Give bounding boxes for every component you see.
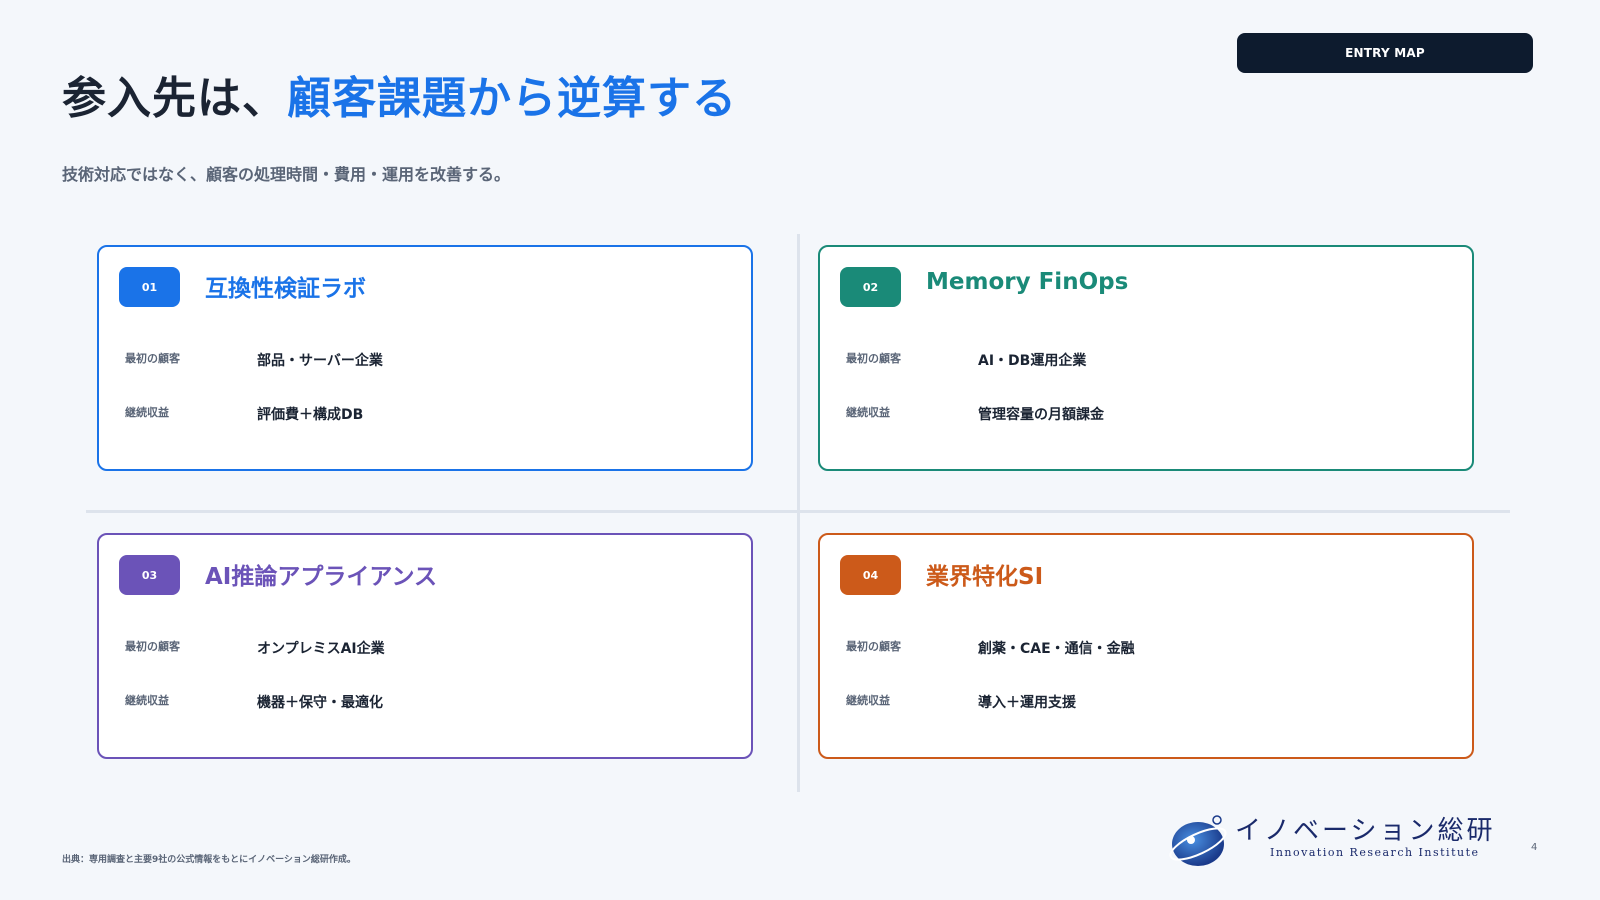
card-title: AI推論アプライアンス [205,564,437,590]
recurring-revenue-label: 継続収益 [846,694,890,707]
first-customer-value: 部品・サーバー企業 [257,353,383,369]
first-customer-label: 最初の顧客 [846,352,901,365]
logo-subtitle: Innovation Research Institute [1270,846,1480,859]
recurring-revenue-label: 継続収益 [125,406,169,419]
title-accent: 顧客課題から逆算する [287,73,737,124]
first-customer-label: 最初の顧客 [846,640,901,653]
entry-card-2: 02 Memory FinOps 最初の顧客 AI・DB運用企業 継続収益 管理… [818,245,1474,471]
globe-logo-icon [1169,815,1227,866]
vertical-divider [797,234,800,792]
card-number-badge: 01 [119,267,180,307]
entry-card-3: 03 AI推論アプライアンス 最初の顧客 オンプレミスAI企業 継続収益 機器＋… [97,533,753,759]
card-number-badge: 03 [119,555,180,595]
card-number-badge: 04 [840,555,901,595]
recurring-revenue-value: 管理容量の月額課金 [978,407,1104,423]
card-title: 業界特化SI [926,564,1044,590]
first-customer-value: 創薬・CAE・通信・金融 [978,641,1135,657]
page-number: 4 [1531,842,1538,853]
first-customer-value: オンプレミスAI企業 [257,641,385,657]
entry-map-badge: ENTRY MAP [1237,33,1533,73]
first-customer-label: 最初の顧客 [125,352,180,365]
company-logo: イノベーション総研 Innovation Research Institute [1165,810,1520,870]
source-note: 出典：専用調査と主要9社の公式情報をもとにイノベーション総研作成。 [62,855,356,865]
recurring-revenue-value: 機器＋保守・最適化 [257,695,383,711]
card-number-badge: 02 [840,267,901,307]
recurring-revenue-label: 継続収益 [125,694,169,707]
logo-wordmark: イノベーション総研 [1235,816,1496,846]
first-customer-value: AI・DB運用企業 [978,353,1087,369]
recurring-revenue-value: 導入＋運用支援 [978,695,1076,711]
first-customer-label: 最初の顧客 [125,640,180,653]
page-subtitle: 技術対応ではなく、顧客の処理時間・費用・運用を改善する。 [62,165,511,184]
entry-card-4: 04 業界特化SI 最初の顧客 創薬・CAE・通信・金融 継続収益 導入＋運用支… [818,533,1474,759]
card-title: Memory FinOps [926,269,1129,295]
horizontal-divider [86,510,1510,513]
page-title: 参入先は、顧客課題から逆算する [62,62,737,126]
entry-card-1: 01 互換性検証ラボ 最初の顧客 部品・サーバー企業 継続収益 評価費＋構成DB [97,245,753,471]
card-title: 互換性検証ラボ [205,276,366,302]
recurring-revenue-label: 継続収益 [846,406,890,419]
title-plain: 参入先は、 [62,73,287,124]
recurring-revenue-value: 評価費＋構成DB [257,407,364,423]
